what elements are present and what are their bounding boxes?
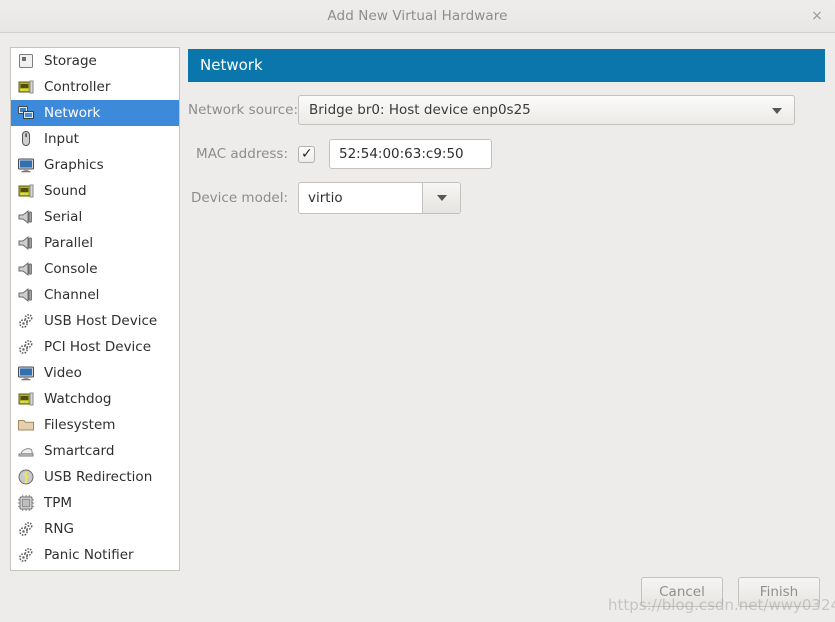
mouse-icon — [17, 130, 35, 148]
close-icon[interactable]: × — [807, 7, 827, 27]
sidebar-item-graphics[interactable]: Graphics — [11, 152, 179, 178]
gears-icon — [17, 312, 35, 330]
serial-port-icon — [17, 208, 35, 226]
folder-icon — [17, 416, 35, 434]
device-model-value: virtio — [308, 190, 343, 206]
sidebar-item-label: PCI Host Device — [44, 339, 152, 355]
sidebar-item-input[interactable]: Input — [11, 126, 179, 152]
sidebar-item-filesystem[interactable]: Filesystem — [11, 412, 179, 438]
sidebar-item-watchdog[interactable]: Watchdog — [11, 386, 179, 412]
sidebar-item-label: USB Host Device — [44, 313, 158, 329]
network-source-value: Bridge br0: Host device enp0s25 — [309, 102, 531, 118]
network-source-row: Network source: Bridge br0: Host device … — [188, 95, 825, 125]
sidebar-item-label: Controller — [44, 79, 111, 95]
device-model-row: Device model: virtio — [188, 182, 461, 214]
sidebar-item-parallel[interactable]: Parallel — [11, 230, 179, 256]
sidebar-item-serial[interactable]: Serial — [11, 204, 179, 230]
sidebar-item-video[interactable]: Video — [11, 360, 179, 386]
network-source-label: Network source: — [188, 102, 299, 118]
cancel-button[interactable]: Cancel — [641, 577, 723, 607]
finish-button[interactable]: Finish — [738, 577, 820, 607]
sidebar-item-network[interactable]: Network — [11, 100, 179, 126]
hardware-type-list[interactable]: Storage Controller Network Input Graphics Sou… — [10, 47, 180, 571]
sidebar-item-smartcard[interactable]: Smartcard — [11, 438, 179, 464]
window-titlebar: Add New Virtual Hardware × — [0, 0, 835, 33]
window-title: Add New Virtual Hardware — [327, 8, 508, 24]
sidebar-item-label: Storage — [44, 53, 97, 69]
storage-icon — [17, 52, 35, 70]
parallel-port-icon — [17, 234, 35, 252]
gears-icon — [17, 546, 35, 564]
console-port-icon — [17, 260, 35, 278]
sidebar-item-rng[interactable]: RNG — [11, 516, 179, 542]
sidebar-item-label: Watchdog — [44, 391, 112, 407]
sidebar-item-label: Video — [44, 365, 82, 381]
device-model-dropdown-button[interactable] — [422, 183, 460, 213]
mac-address-input[interactable]: 52:54:00:63:c9:50 — [329, 139, 492, 169]
sidebar-item-console[interactable]: Console — [11, 256, 179, 282]
gears-icon — [17, 338, 35, 356]
mac-address-label: MAC address: — [196, 146, 288, 162]
sidebar-item-storage[interactable]: Storage — [11, 48, 179, 74]
chevron-down-icon — [772, 108, 782, 114]
smartcard-reader-icon — [17, 442, 35, 460]
sidebar-item-usb-host-device[interactable]: USB Host Device — [11, 308, 179, 334]
sidebar-item-label: Network — [44, 105, 101, 121]
network-source-combo[interactable]: Bridge br0: Host device enp0s25 — [298, 95, 795, 125]
monitor-icon — [17, 156, 35, 174]
watchdog-card-icon — [17, 390, 35, 408]
sidebar-item-label: Smartcard — [44, 443, 115, 459]
controller-card-icon — [17, 78, 35, 96]
gears-icon — [17, 520, 35, 538]
sidebar-item-pci-host-device[interactable]: PCI Host Device — [11, 334, 179, 360]
sidebar-item-label: Input — [44, 131, 79, 147]
usb-icon — [17, 468, 35, 486]
sidebar-item-usb-redirection[interactable]: USB Redirection — [11, 464, 179, 490]
device-model-label: Device model: — [190, 190, 288, 206]
sidebar-item-sound[interactable]: Sound — [11, 178, 179, 204]
sidebar-item-label: Parallel — [44, 235, 94, 251]
sidebar-item-label: TPM — [44, 495, 73, 511]
mac-address-checkbox[interactable]: ✓ — [298, 145, 315, 163]
device-model-combo[interactable]: virtio — [298, 182, 461, 214]
sidebar-item-label: Graphics — [44, 157, 104, 173]
sidebar-item-label: Panic Notifier — [44, 547, 134, 563]
channel-port-icon — [17, 286, 35, 304]
sidebar-item-label: USB Redirection — [44, 469, 153, 485]
sidebar-item-label: Console — [44, 261, 98, 277]
chip-icon — [17, 494, 35, 512]
sidebar-item-tpm[interactable]: TPM — [11, 490, 179, 516]
sidebar-item-channel[interactable]: Channel — [11, 282, 179, 308]
check-icon: ✓ — [301, 145, 313, 162]
sound-card-icon — [17, 182, 35, 200]
page-title: Network — [200, 56, 263, 74]
panel-header: Network — [188, 49, 825, 82]
chevron-down-icon — [436, 195, 447, 201]
network-icon — [17, 104, 35, 122]
mac-address-row: MAC address: ✓ 52:54:00:63:c9:50 — [188, 139, 492, 169]
sidebar-item-label: Serial — [44, 209, 83, 225]
monitor-icon — [17, 364, 35, 382]
sidebar-item-label: Filesystem — [44, 417, 116, 433]
sidebar-item-panic-notifier[interactable]: Panic Notifier — [11, 542, 179, 568]
sidebar-item-label: Channel — [44, 287, 100, 303]
sidebar-item-controller[interactable]: Controller — [11, 74, 179, 100]
sidebar-item-label: RNG — [44, 521, 74, 537]
sidebar-item-label: Sound — [44, 183, 87, 199]
